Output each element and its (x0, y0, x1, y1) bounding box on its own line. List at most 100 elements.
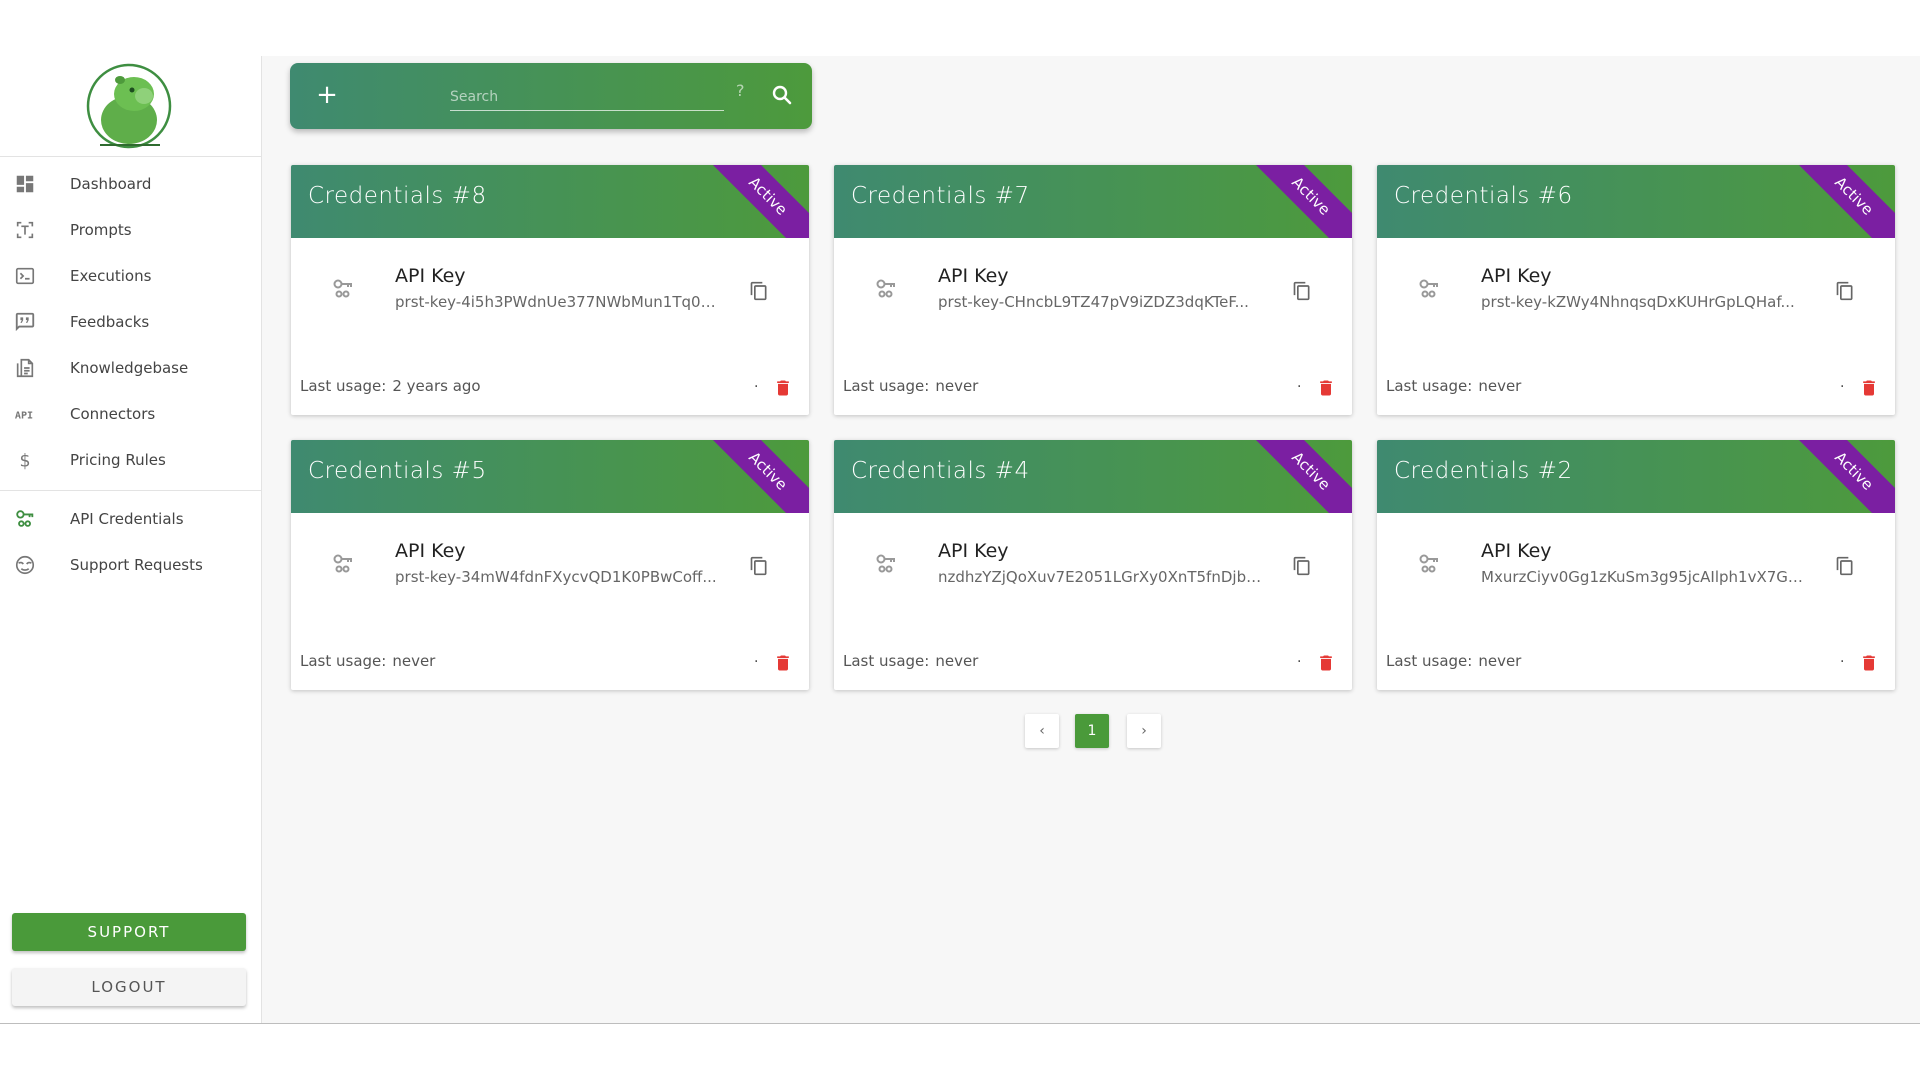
sidebar-item-label: Dashboard (70, 175, 152, 193)
card-title: Credentials #5 (308, 458, 487, 484)
credential-card: Credentials #6 Active API Key prst-key-k… (1377, 165, 1895, 415)
page-1-button[interactable]: 1 (1075, 714, 1109, 748)
last-usage: Last usage: never (843, 377, 978, 395)
usage-label: Last usage: (300, 652, 387, 670)
sidebar: Dashboard Prompts Executions Feedbacks K… (0, 56, 262, 1023)
status-badge: Active (1245, 165, 1352, 238)
capybara-logo-icon[interactable] (82, 62, 176, 150)
key-label: API Key (1481, 540, 1552, 562)
key-value: prst-key-CHncbL9TZ47pV9iZDZ3dqKTeF... (938, 293, 1249, 311)
last-usage: Last usage: never (1386, 377, 1521, 395)
copy-icon[interactable] (749, 556, 769, 576)
logout-button[interactable]: LOGOUT (12, 968, 246, 1006)
delete-icon[interactable] (1859, 652, 1879, 674)
last-usage: Last usage: 2 years ago (300, 377, 481, 395)
usage-label: Last usage: (1386, 377, 1473, 395)
key-icon (1417, 552, 1441, 576)
key-value: nzdhzYZjQoXuv7E2051LGrXy0XnT5fnDjbU... (938, 568, 1268, 586)
credential-card: Credentials #7 Active API Key prst-key-C… (834, 165, 1352, 415)
document-icon (14, 357, 36, 379)
key-value: prst-key-4i5h3PWdnUe377NWbMun1Tq0Z... (395, 293, 725, 311)
card-header: Credentials #4 Active (834, 440, 1352, 513)
search-icon[interactable] (770, 83, 794, 107)
sidebar-item-api-credentials[interactable]: API Credentials (0, 496, 262, 542)
status-badge: Active (1788, 440, 1895, 513)
delete-icon[interactable] (1316, 652, 1336, 674)
svg-text:API: API (15, 411, 33, 422)
next-page-button[interactable]: › (1127, 714, 1161, 748)
delete-icon[interactable] (773, 377, 793, 399)
card-title: Credentials #8 (308, 183, 487, 209)
app-shell: Dashboard Prompts Executions Feedbacks K… (0, 56, 1920, 1024)
svg-text:$: $ (20, 451, 31, 471)
card-title: Credentials #7 (851, 183, 1030, 209)
key-icon (331, 277, 355, 301)
copy-icon[interactable] (1835, 281, 1855, 301)
usage-value: never (1478, 652, 1522, 670)
sidebar-item-knowledgebase[interactable]: Knowledgebase (0, 345, 262, 391)
status-badge: Active (1245, 440, 1352, 513)
sidebar-item-label: Connectors (70, 405, 156, 423)
key-value: prst-key-kZWy4NhnqsqDxKUHrGpLQHaf... (1481, 293, 1795, 311)
feedback-icon (14, 311, 36, 333)
menu-dot[interactable]: · (1840, 379, 1844, 395)
sidebar-item-dashboard[interactable]: Dashboard (0, 161, 262, 207)
usage-value: 2 years ago (392, 377, 481, 395)
sidebar-item-connectors[interactable]: API Connectors (0, 391, 262, 437)
card-title: Credentials #2 (1394, 458, 1573, 484)
credential-card: Credentials #4 Active API Key nzdhzYZjQo… (834, 440, 1352, 690)
support-button[interactable]: SUPPORT (12, 913, 246, 951)
prev-page-button[interactable]: ‹ (1025, 714, 1059, 748)
menu-dot[interactable]: · (754, 379, 758, 395)
sidebar-item-label: Feedbacks (70, 313, 150, 331)
key-label: API Key (395, 540, 466, 562)
card-header: Credentials #8 Active (291, 165, 809, 238)
sidebar-divider (0, 156, 262, 157)
card-header: Credentials #5 Active (291, 440, 809, 513)
copy-icon[interactable] (1292, 556, 1312, 576)
card-title: Credentials #4 (851, 458, 1030, 484)
copy-icon[interactable] (749, 281, 769, 301)
key-value: prst-key-34mW4fdnFXycvQD1K0PBwCoff... (395, 568, 717, 586)
sidebar-item-pricing-rules[interactable]: $ Pricing Rules (0, 437, 262, 483)
usage-value: never (935, 652, 979, 670)
sidebar-item-support-requests[interactable]: Support Requests (0, 542, 262, 588)
usage-value: never (392, 652, 436, 670)
delete-icon[interactable] (1316, 377, 1336, 399)
copy-icon[interactable] (1835, 556, 1855, 576)
usage-value: never (1478, 377, 1522, 395)
status-badge: Active (702, 440, 809, 513)
usage-value: never (935, 377, 979, 395)
dashboard-icon (14, 173, 36, 195)
status-badge: Active (702, 165, 809, 238)
delete-icon[interactable] (1859, 377, 1879, 399)
card-header: Credentials #2 Active (1377, 440, 1895, 513)
menu-dot[interactable]: · (1297, 379, 1301, 395)
delete-icon[interactable] (773, 652, 793, 674)
help-icon[interactable]: ? (736, 81, 745, 100)
last-usage: Last usage: never (300, 652, 435, 670)
sidebar-item-prompts[interactable]: Prompts (0, 207, 262, 253)
sidebar-item-label: API Credentials (70, 510, 184, 528)
main-nav: Dashboard Prompts Executions Feedbacks K… (0, 161, 262, 483)
key-icon (874, 552, 898, 576)
sidebar-item-executions[interactable]: Executions (0, 253, 262, 299)
usage-label: Last usage: (300, 377, 387, 395)
key-icon (14, 508, 36, 530)
last-usage: Last usage: never (843, 652, 978, 670)
key-label: API Key (1481, 265, 1552, 287)
card-header: Credentials #6 Active (1377, 165, 1895, 238)
credential-card: Credentials #2 Active API Key MxurzCiyv0… (1377, 440, 1895, 690)
secondary-nav: API Credentials Support Requests (0, 496, 262, 588)
sidebar-item-feedbacks[interactable]: Feedbacks (0, 299, 262, 345)
menu-dot[interactable]: · (1297, 654, 1301, 670)
menu-dot[interactable]: · (1840, 654, 1844, 670)
support-icon (14, 554, 36, 576)
usage-label: Last usage: (1386, 652, 1473, 670)
sidebar-divider (0, 490, 262, 491)
add-credential-button[interactable]: + (312, 81, 342, 111)
menu-dot[interactable]: · (754, 654, 758, 670)
copy-icon[interactable] (1292, 281, 1312, 301)
sidebar-item-label: Prompts (70, 221, 132, 239)
search-input[interactable] (450, 83, 724, 111)
